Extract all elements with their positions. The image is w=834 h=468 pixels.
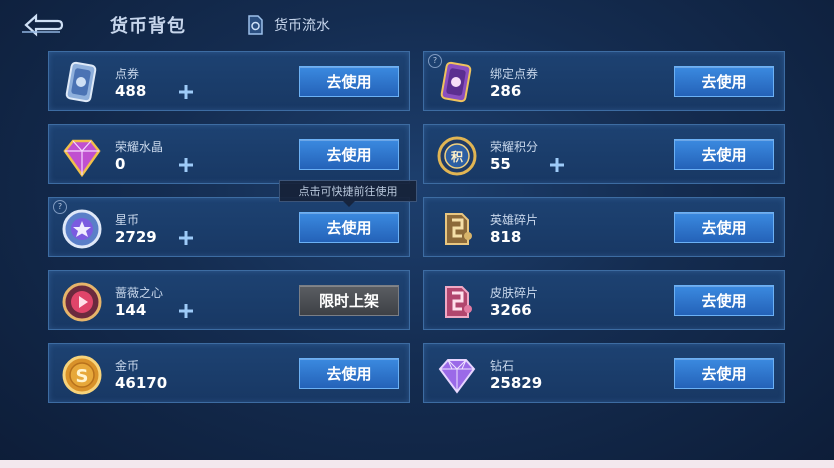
currency-name: 英雄碎片	[490, 213, 539, 227]
svg-text:S: S	[76, 366, 89, 387]
diamond-icon	[438, 359, 476, 394]
currency-name: 荣耀水晶	[115, 140, 164, 154]
page-title: 货币背包	[110, 16, 186, 37]
currency-name: 星币	[115, 213, 140, 227]
currency-card-gold-coin: S 金币 46170 去使用	[48, 343, 410, 403]
currency-name: 蔷薇之心	[115, 286, 164, 300]
currency-card-glory-points: 积 荣耀积分 55 去使用	[423, 124, 785, 184]
use-button[interactable]: 去使用	[299, 212, 399, 243]
currency-card-voucher: 点券 488 去使用	[48, 51, 410, 111]
currency-name: 绑定点券	[490, 67, 539, 81]
currency-amount: 0	[115, 155, 126, 173]
limited-time-button[interactable]: 限时上架	[299, 285, 399, 316]
hero-fragment-icon	[445, 213, 472, 245]
currency-amount: 2729	[115, 228, 157, 246]
plus-icon[interactable]	[548, 156, 566, 174]
plus-icon[interactable]	[177, 83, 195, 101]
currency-name: 钻石	[490, 359, 515, 373]
currency-amount: 286	[490, 82, 522, 100]
glory-crystal-icon	[63, 139, 101, 178]
currency-amount: 818	[490, 228, 522, 246]
currency-amount: 488	[115, 82, 147, 100]
rose-heart-icon	[62, 282, 102, 322]
currency-name: 金币	[115, 359, 140, 373]
currency-flow-link[interactable]: 货币流水	[246, 14, 330, 36]
currency-flow-label: 货币流水	[274, 18, 330, 34]
skin-fragment-icon	[445, 286, 472, 318]
use-button[interactable]: 去使用	[674, 66, 774, 97]
back-button[interactable]	[20, 10, 66, 40]
currency-amount: 25829	[490, 374, 543, 392]
currency-amount: 3266	[490, 301, 532, 319]
back-arrow-icon	[22, 13, 64, 37]
currency-name: 荣耀积分	[490, 140, 539, 154]
currency-card-star-coin: ? 星币 2729 去使用	[48, 197, 410, 257]
use-button[interactable]: 去使用	[299, 66, 399, 97]
gold-coin-icon: S	[62, 355, 102, 395]
bound-voucher-icon	[440, 61, 472, 103]
plus-icon[interactable]	[177, 156, 195, 174]
bottom-strip	[0, 460, 834, 468]
currency-card-bound-voucher: ? 绑定点券 286 去使用	[423, 51, 785, 111]
currency-amount: 144	[115, 301, 147, 319]
glory-points-icon: 积	[437, 136, 477, 176]
currency-card-diamond: 钻石 25829 去使用	[423, 343, 785, 403]
use-button[interactable]: 去使用	[674, 139, 774, 170]
currency-amount: 46170	[115, 374, 168, 392]
currency-card-hero-fragment: 英雄碎片 818 去使用	[423, 197, 785, 257]
voucher-card-icon	[65, 61, 97, 103]
currency-name: 点券	[115, 67, 140, 81]
currency-card-rose-heart: 蔷薇之心 144 限时上架	[48, 270, 410, 330]
plus-icon[interactable]	[177, 229, 195, 247]
use-button[interactable]: 去使用	[299, 358, 399, 389]
document-icon	[248, 15, 263, 35]
use-button[interactable]: 去使用	[674, 285, 774, 316]
star-coin-icon	[62, 209, 102, 249]
shortcut-tooltip: 点击可快捷前往使用	[279, 180, 417, 202]
tooltip-arrow	[343, 201, 355, 207]
currency-name: 皮肤碎片	[490, 286, 539, 300]
svg-text:积: 积	[451, 149, 463, 164]
currency-card-glory-crystal: 荣耀水晶 0 去使用	[48, 124, 410, 184]
currency-amount: 55	[490, 155, 511, 173]
plus-icon[interactable]	[177, 302, 195, 320]
use-button[interactable]: 去使用	[674, 358, 774, 389]
use-button[interactable]: 去使用	[299, 139, 399, 170]
use-button[interactable]: 去使用	[674, 212, 774, 243]
currency-card-skin-fragment: 皮肤碎片 3266 去使用	[423, 270, 785, 330]
